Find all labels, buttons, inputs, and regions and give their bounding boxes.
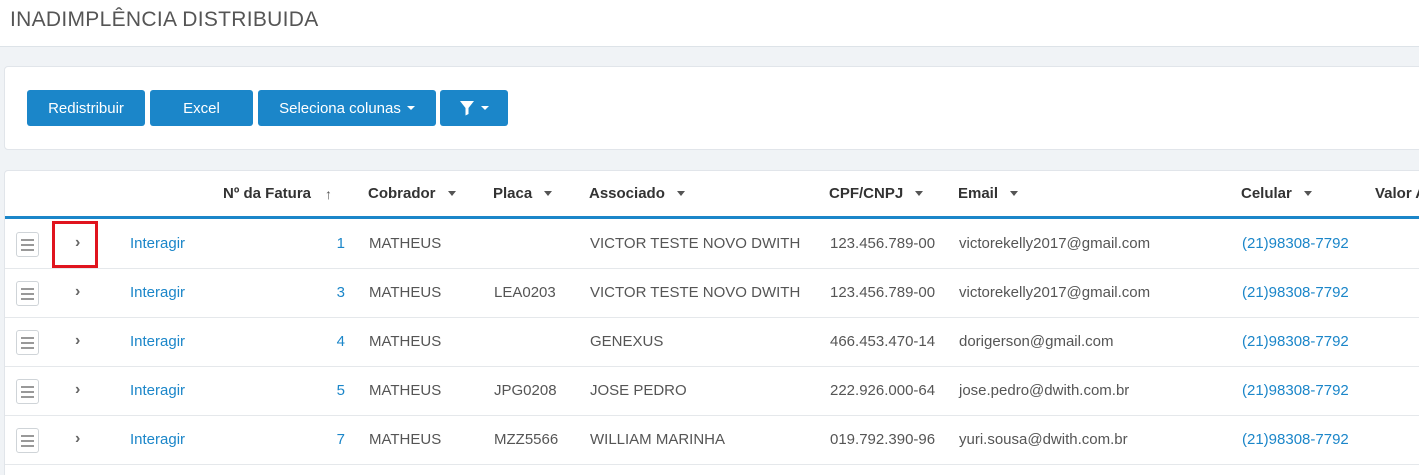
- header-celular-label: Celular: [1241, 185, 1292, 202]
- table-row: › Interagir 5 MATHEUS JPG0208 JOSE PEDRO…: [5, 367, 1419, 416]
- cpf-cell: 123.456.789-00: [830, 235, 936, 252]
- table-header: Nº da Fatura ↑ Cobrador Placa Associado …: [5, 171, 1419, 219]
- expand-chevron-icon[interactable]: ›: [75, 430, 80, 448]
- row-menu-icon[interactable]: [16, 428, 39, 453]
- email-cell: victorekelly2017@gmail.com: [959, 284, 1151, 301]
- cobrador-cell: MATHEUS: [369, 235, 442, 252]
- header-email-label: Email: [958, 185, 999, 202]
- email-cell: dorigerson@gmail.com: [959, 333, 1114, 350]
- caret-down-icon: [1010, 191, 1019, 196]
- placa-cell: JPG0208: [494, 382, 557, 399]
- interagir-link[interactable]: Interagir: [130, 382, 185, 399]
- row-menu-icon[interactable]: [16, 379, 39, 404]
- header-placa[interactable]: Placa: [493, 185, 553, 202]
- celular-link[interactable]: (21)98308-7792: [1242, 235, 1349, 252]
- header-cpf-label: CPF/CNPJ: [829, 185, 904, 202]
- email-cell: jose.pedro@dwith.com.br: [959, 382, 1130, 399]
- associado-cell: GENEXUS: [590, 333, 664, 350]
- interagir-link[interactable]: Interagir: [130, 431, 185, 448]
- header-valor-label: Valor A: [1375, 185, 1419, 202]
- cpf-cell: 019.792.390-96: [830, 431, 936, 448]
- caret-down-icon: [406, 106, 415, 110]
- header-cobrador-label: Cobrador: [368, 185, 436, 202]
- header-placa-label: Placa: [493, 185, 533, 202]
- page-title: INADIMPLÊNCIA DISTRIBUIDA: [10, 8, 319, 31]
- associado-cell: WILLIAM MARINHA: [590, 431, 726, 448]
- row-menu-icon[interactable]: [16, 232, 39, 257]
- cobrador-cell: MATHEUS: [369, 333, 442, 350]
- email-cell: yuri.sousa@dwith.com.br: [959, 431, 1128, 448]
- excel-button[interactable]: Excel: [150, 90, 253, 126]
- header-valor[interactable]: Valor A: [1375, 185, 1419, 202]
- seleciona-colunas-label: Seleciona colunas: [279, 99, 401, 117]
- expand-chevron-icon[interactable]: ›: [75, 332, 80, 350]
- caret-down-icon: [544, 191, 553, 196]
- fatura-link[interactable]: 7: [305, 431, 345, 448]
- fatura-link[interactable]: 3: [305, 284, 345, 301]
- table-row: › Interagir 7 MATHEUS MZZ5566 WILLIAM MA…: [5, 416, 1419, 465]
- fatura-link[interactable]: 4: [305, 333, 345, 350]
- sort-ascending-icon: ↑: [325, 185, 332, 202]
- row-menu-icon[interactable]: [16, 330, 39, 355]
- caret-down-icon: [915, 191, 924, 196]
- header-fatura-label: Nº da Fatura: [223, 185, 311, 202]
- email-cell: victorekelly2017@gmail.com: [959, 235, 1151, 252]
- table-row: › Interagir 3 MATHEUS LEA0203 VICTOR TES…: [5, 269, 1419, 318]
- header-celular[interactable]: Celular: [1241, 185, 1312, 202]
- expand-chevron-icon[interactable]: ›: [75, 381, 80, 399]
- interagir-link[interactable]: Interagir: [130, 333, 185, 350]
- associado-cell: VICTOR TESTE NOVO DWITH: [590, 284, 801, 301]
- filter-button[interactable]: [440, 90, 508, 126]
- associado-cell: VICTOR TESTE NOVO DWITH: [590, 235, 801, 252]
- cobrador-cell: MATHEUS: [369, 382, 442, 399]
- table-row: › Interagir 1 MATHEUS VICTOR TESTE NOVO …: [5, 220, 1419, 269]
- caret-down-icon: [447, 191, 456, 196]
- fatura-link[interactable]: 1: [305, 235, 345, 252]
- header-email[interactable]: Email: [958, 185, 1019, 202]
- redistribuir-button[interactable]: Redistribuir: [27, 90, 145, 126]
- placa-cell: MZZ5566: [494, 431, 559, 448]
- highlight-box: [52, 221, 98, 268]
- celular-link[interactable]: (21)98308-7792: [1242, 284, 1349, 301]
- associado-cell: JOSE PEDRO: [590, 382, 687, 399]
- header-cobrador[interactable]: Cobrador: [368, 185, 456, 202]
- interagir-link[interactable]: Interagir: [130, 235, 185, 252]
- filter-icon: [460, 101, 474, 116]
- header-cpf[interactable]: CPF/CNPJ: [829, 185, 924, 202]
- toolbar: Redistribuir Excel Seleciona colunas: [4, 66, 1419, 150]
- data-table: Nº da Fatura ↑ Cobrador Placa Associado …: [4, 170, 1419, 475]
- celular-link[interactable]: (21)98308-7792: [1242, 333, 1349, 350]
- caret-down-icon: [676, 191, 685, 196]
- expand-chevron-icon[interactable]: ›: [75, 283, 80, 301]
- celular-link[interactable]: (21)98308-7792: [1242, 431, 1349, 448]
- caret-down-icon: [481, 106, 489, 110]
- cpf-cell: 123.456.789-00: [830, 284, 936, 301]
- caret-down-icon: [1303, 191, 1312, 196]
- celular-link[interactable]: (21)98308-7792: [1242, 382, 1349, 399]
- fatura-link[interactable]: 5: [305, 382, 345, 399]
- interagir-link[interactable]: Interagir: [130, 284, 185, 301]
- cpf-cell: 222.926.000-64: [830, 382, 936, 399]
- header-associado[interactable]: Associado: [589, 185, 685, 202]
- cobrador-cell: MATHEUS: [369, 431, 442, 448]
- cobrador-cell: MATHEUS: [369, 284, 442, 301]
- header-fatura[interactable]: Nº da Fatura ↑: [223, 185, 332, 202]
- row-menu-icon[interactable]: [16, 281, 39, 306]
- seleciona-colunas-button[interactable]: Seleciona colunas: [258, 90, 436, 126]
- cpf-cell: 466.453.470-14: [830, 333, 936, 350]
- header-associado-label: Associado: [589, 185, 665, 202]
- table-row: › Interagir 4 MATHEUS GENEXUS 466.453.47…: [5, 318, 1419, 367]
- placa-cell: LEA0203: [494, 284, 556, 301]
